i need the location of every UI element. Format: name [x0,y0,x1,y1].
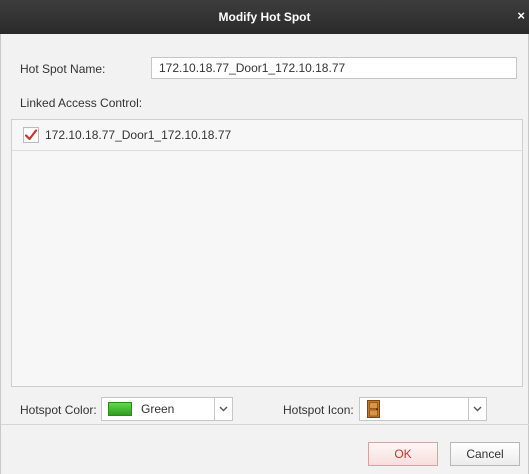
hotspot-icon-select[interactable] [359,397,487,421]
hot-spot-name-input[interactable] [151,57,517,79]
dialog-titlebar: Modify Hot Spot × [0,0,529,34]
dialog-body: Hot Spot Name: Linked Access Control: 17… [0,34,529,474]
green-swatch-icon [108,402,132,416]
list-item[interactable]: 172.10.18.77_Door1_172.10.18.77 [12,120,522,151]
door-icon [367,400,380,418]
footer-divider [1,424,529,425]
linked-access-control-list[interactable]: 172.10.18.77_Door1_172.10.18.77 [11,119,523,387]
checkbox-checked-icon[interactable] [23,127,39,143]
close-icon[interactable]: × [517,9,525,23]
hotspot-color-select[interactable]: Green [101,397,233,421]
ok-button[interactable]: OK [368,442,438,466]
hotspot-color-value: Green [141,402,175,416]
linked-access-control-label: Linked Access Control: [20,96,143,110]
list-item-label: 172.10.18.77_Door1_172.10.18.77 [45,128,232,142]
hotspot-color-label: Hotspot Color: [20,403,97,417]
cancel-button[interactable]: Cancel [450,442,520,466]
chevron-down-icon[interactable] [468,398,486,420]
hot-spot-name-label: Hot Spot Name: [20,62,106,76]
chevron-down-icon[interactable] [214,398,232,420]
hotspot-icon-label: Hotspot Icon: [283,403,354,417]
dialog-title: Modify Hot Spot [218,10,311,24]
